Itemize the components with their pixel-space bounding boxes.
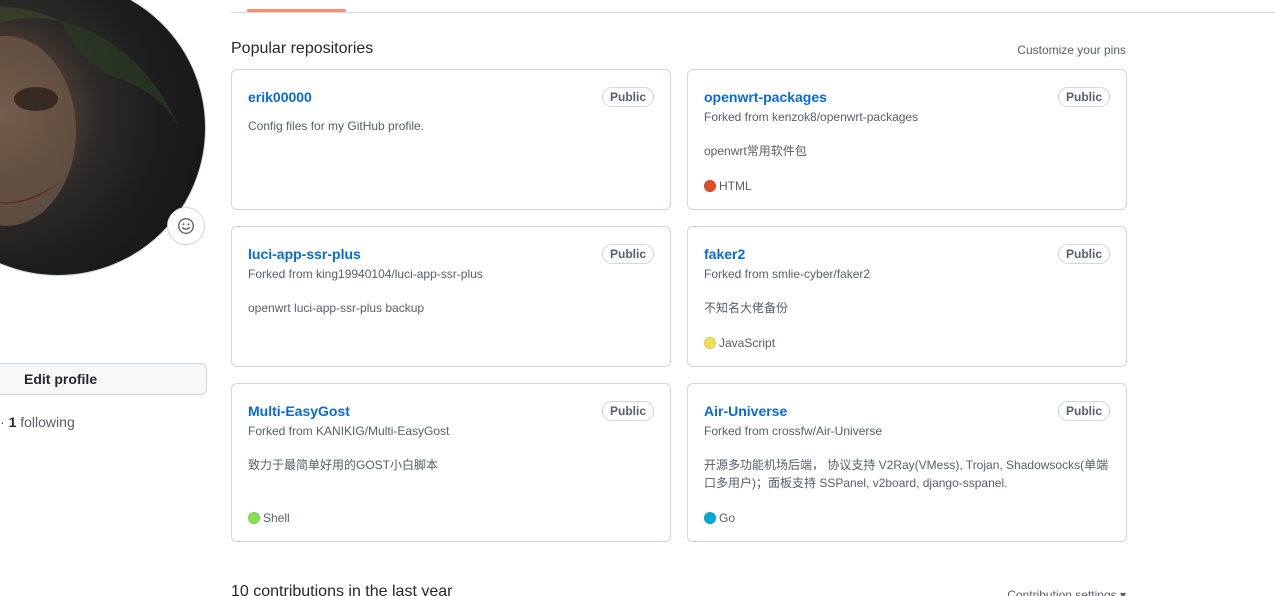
repo-description: 不知名大佬备份 — [704, 301, 789, 315]
forked-from-link[interactable]: Forked from KANIKIG/Multi-EasyGost — [248, 424, 449, 438]
profile-page: Edit profile · 1 following Popular repos… — [0, 0, 1275, 596]
customize-pins-link[interactable]: Customize your pins — [1017, 43, 1126, 57]
visibility-badge: Public — [1057, 401, 1110, 421]
repo-language: Shell — [248, 511, 290, 525]
forked-from-link[interactable]: Forked from crossfw/Air-Universe — [704, 424, 882, 438]
contribution-settings-button[interactable]: Contribution settings ▾ — [1007, 588, 1126, 596]
set-status-button[interactable] — [167, 207, 205, 245]
forked-from-link[interactable]: Forked from king19940104/luci-app-ssr-pl… — [248, 267, 483, 281]
edit-profile-button[interactable]: Edit profile — [0, 363, 207, 395]
follow-separator: · — [0, 414, 9, 430]
repo-description: openwrt luci-app-ssr-plus backup — [248, 301, 425, 315]
repo-card: openwrt-packages Public Forked from kenz… — [687, 69, 1127, 210]
repo-card: Air-Universe Public Forked from crossfw/… — [687, 383, 1127, 542]
contributions-title: 10 contributions in the last year — [231, 583, 453, 596]
repo-name-link[interactable]: Air-Universe — [704, 403, 787, 419]
repo-card: faker2 Public Forked from smlie-cyber/fa… — [687, 226, 1127, 367]
language-label: Shell — [263, 511, 290, 525]
repo-language: JavaScript — [704, 336, 775, 350]
smiley-icon — [178, 218, 194, 234]
following-label[interactable]: following — [16, 414, 75, 430]
language-color-dot — [704, 180, 716, 192]
repo-language: Go — [704, 511, 735, 525]
visibility-badge: Public — [601, 401, 654, 421]
visibility-badge: Public — [601, 87, 654, 107]
repo-name-link[interactable]: faker2 — [704, 246, 745, 262]
repo-language: HTML — [704, 179, 752, 193]
language-color-dot — [248, 512, 260, 524]
repo-name-link[interactable]: openwrt-packages — [704, 89, 827, 105]
language-label: HTML — [719, 179, 752, 193]
visibility-badge: Public — [1057, 87, 1110, 107]
repo-description: 开源多功能机场后端， 协议支持 V2Ray(VMess), Trojan, Sh… — [704, 458, 1109, 490]
tab-divider — [231, 12, 1275, 13]
forked-from-link[interactable]: Forked from kenzok8/openwrt-packages — [704, 110, 918, 124]
forked-from-link[interactable]: Forked from smlie-cyber/faker2 — [704, 267, 870, 281]
repo-name-link[interactable]: luci-app-ssr-plus — [248, 246, 361, 262]
repo-description: openwrt常用软件包 — [704, 144, 807, 158]
language-color-dot — [704, 512, 716, 524]
repo-description: 致力于最简单好用的GOST小白脚本 — [248, 458, 439, 472]
repo-name-link[interactable]: Multi-EasyGost — [248, 403, 350, 419]
visibility-badge: Public — [1057, 244, 1110, 264]
repo-card: erik00000 Public Config files for my Git… — [231, 69, 671, 210]
active-tab-indicator — [247, 9, 346, 12]
language-label: Go — [719, 511, 736, 525]
repo-card: Multi-EasyGost Public Forked from KANIKI… — [231, 383, 671, 542]
language-label: JavaScript — [719, 336, 776, 350]
repo-card: luci-app-ssr-plus Public Forked from kin… — [231, 226, 671, 367]
language-color-dot — [704, 337, 716, 349]
popular-repositories-title: Popular repositories — [231, 40, 374, 57]
repo-description: Config files for my GitHub profile. — [248, 119, 425, 133]
visibility-badge: Public — [601, 244, 654, 264]
repo-name-link[interactable]: erik00000 — [248, 89, 312, 105]
follow-stats: · 1 following — [0, 414, 75, 430]
